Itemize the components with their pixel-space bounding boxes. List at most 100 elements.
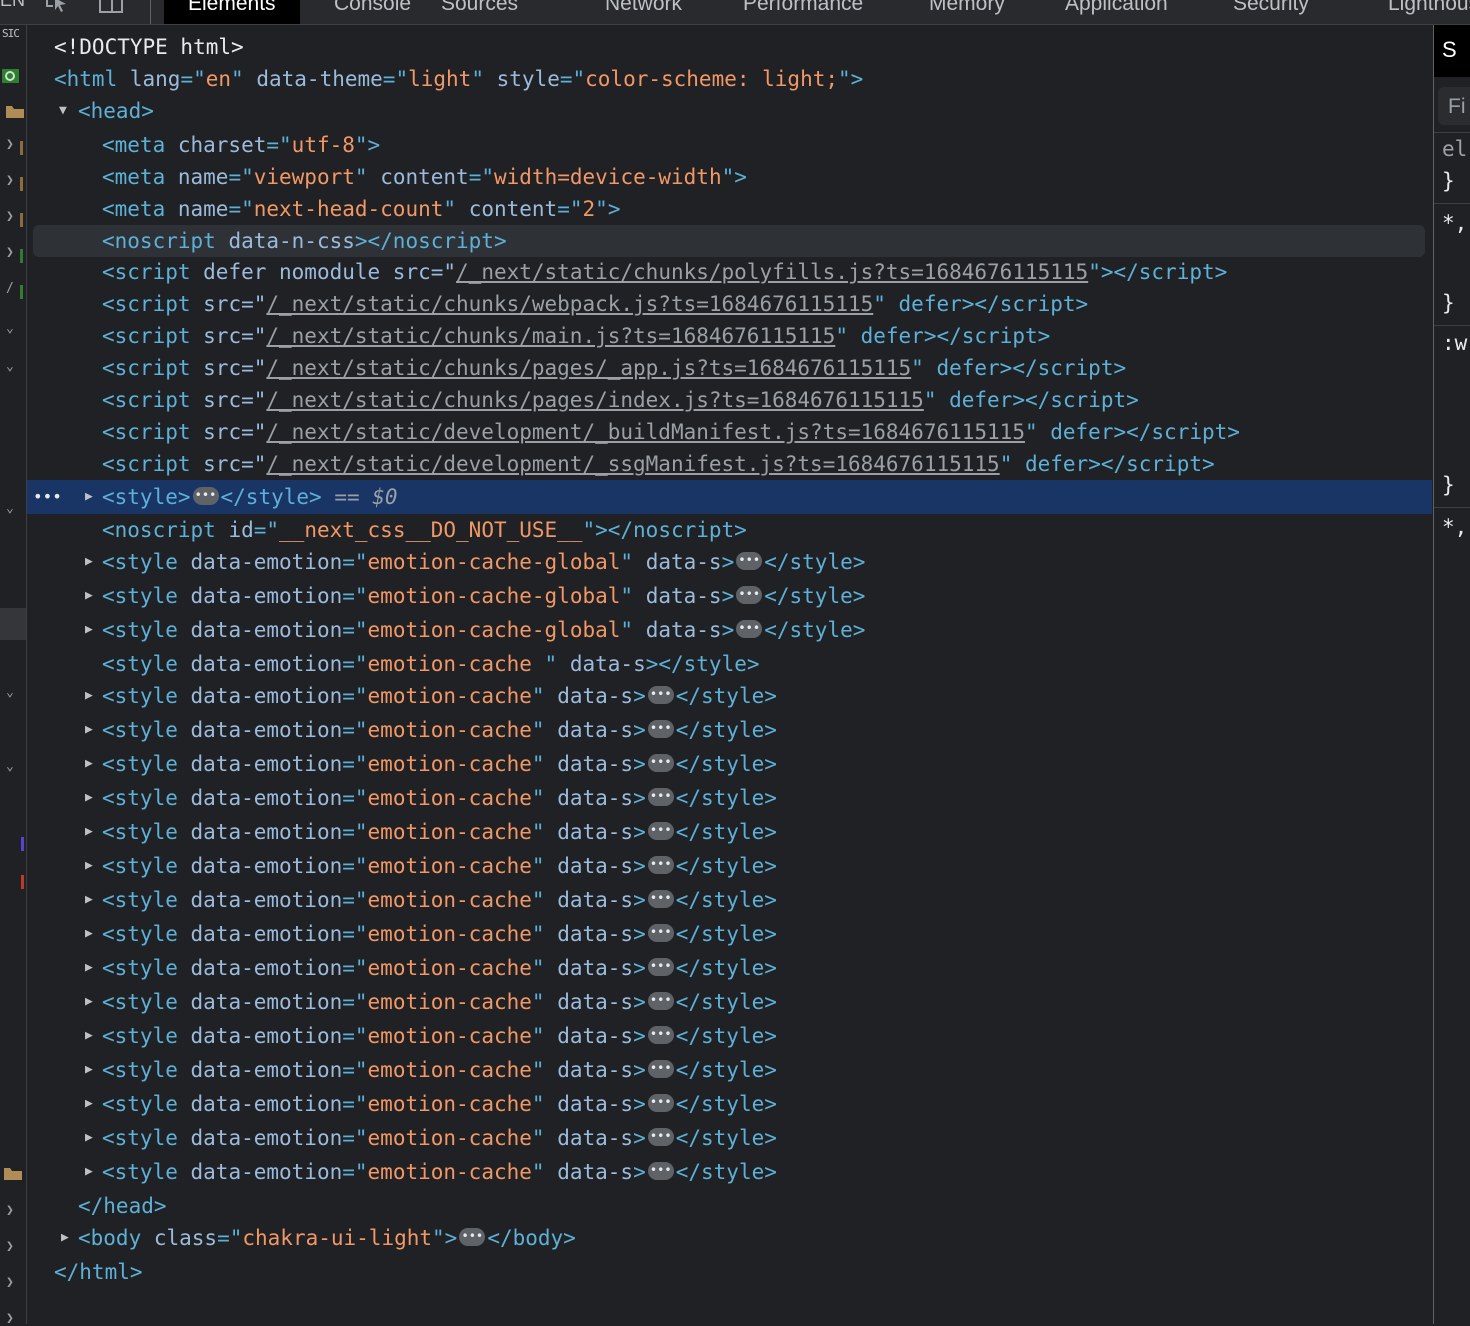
- tree-row-meta[interactable]: <meta charset="utf-8">: [27, 129, 1432, 161]
- tab-performance[interactable]: Performance: [743, 0, 863, 24]
- tree-row-script[interactable]: <script src="/_next/static/chunks/main.j…: [27, 320, 1432, 352]
- tree-row-body[interactable]: ▶ <body class="chakra-ui-light"> ••• </bod…: [27, 1222, 1432, 1254]
- tree-row-script[interactable]: <script defer nomodule src="/_next/stati…: [27, 256, 1432, 288]
- collapsed-content-icon[interactable]: •••: [192, 487, 219, 505]
- tree-row-meta[interactable]: <meta name="next-head-count" content="2"…: [27, 193, 1432, 225]
- collapsed-content-icon[interactable]: •••: [647, 992, 674, 1010]
- expand-triangle-icon[interactable]: ▶: [85, 1088, 93, 1120]
- tab-lighthouse[interactable]: Lighthouse: [1388, 0, 1470, 24]
- collapsed-content-icon[interactable]: •••: [647, 754, 674, 772]
- gutter-chevron-right-icon[interactable]: ❯: [6, 137, 14, 152]
- collapsed-content-icon[interactable]: •••: [459, 1228, 486, 1246]
- gutter-chevron-right-icon[interactable]: /: [6, 281, 14, 296]
- tab-sources[interactable]: Sources: [441, 0, 518, 24]
- tree-row-html[interactable]: <html lang="en" data-theme="light" style…: [27, 63, 1432, 95]
- device-toolbar-icon[interactable]: [98, 0, 124, 14]
- tree-row-noscript[interactable]: <noscript id="__next_css__DO_NOT_USE__">…: [27, 514, 1432, 546]
- expand-triangle-icon[interactable]: ▶: [85, 1156, 93, 1188]
- tree-row-style[interactable]: ▶ <style data-emotion="emotion-cache-glo…: [27, 614, 1432, 646]
- expand-triangle-icon[interactable]: ▶: [85, 850, 93, 882]
- collapsed-content-icon[interactable]: •••: [736, 586, 763, 604]
- expand-triangle-icon[interactable]: ▶: [85, 782, 93, 814]
- tree-row-script[interactable]: <script src="/_next/static/chunks/pages/…: [27, 352, 1432, 384]
- tab-network[interactable]: Network: [605, 0, 682, 24]
- tree-row-style[interactable]: ▶ <style data-emotion="emotion-cache" dat…: [27, 816, 1432, 848]
- expand-triangle-icon[interactable]: ▶: [85, 884, 93, 916]
- gutter-chevron-down-icon[interactable]: ⌄: [6, 321, 14, 336]
- tab-security[interactable]: Security: [1233, 0, 1309, 24]
- gutter-chevron-right-icon[interactable]: ❯: [6, 1275, 14, 1290]
- script-src-link[interactable]: /_next/static/chunks/main.js?ts=16846761…: [266, 324, 835, 348]
- script-src-link[interactable]: /_next/static/chunks/pages/_app.js?ts=16…: [266, 356, 911, 380]
- tree-row-style[interactable]: ▶ <style data-emotion="emotion-cache-glo…: [27, 580, 1432, 612]
- collapsed-content-icon[interactable]: •••: [647, 924, 674, 942]
- gutter-chevron-down-icon[interactable]: ⌄: [6, 759, 14, 774]
- collapsed-content-icon[interactable]: •••: [647, 1128, 674, 1146]
- tree-row-noscript[interactable]: <noscript data-n-css></noscript>: [33, 225, 1425, 257]
- expand-triangle-icon[interactable]: ▶: [85, 816, 93, 848]
- tree-row-script[interactable]: <script src="/_next/static/chunks/pages/…: [27, 384, 1432, 416]
- script-src-link[interactable]: /_next/static/chunks/pages/index.js?ts=1…: [266, 388, 923, 412]
- collapsed-content-icon[interactable]: •••: [647, 958, 674, 976]
- tree-row-style[interactable]: ▶ <style data-emotion="emotion-cache" dat…: [27, 1156, 1432, 1188]
- tree-row-head-close[interactable]: </head>: [27, 1190, 1432, 1222]
- tree-row-style[interactable]: ▶ <style data-emotion="emotion-cache" dat…: [27, 748, 1432, 780]
- expand-triangle-icon[interactable]: ▶: [85, 918, 93, 950]
- tree-row-style[interactable]: ▶ <style data-emotion="emotion-cache-glo…: [27, 546, 1432, 578]
- gutter-chevron-right-icon[interactable]: ❯: [6, 245, 14, 260]
- expand-triangle-icon[interactable]: ▶: [85, 580, 93, 612]
- tree-row-style[interactable]: ▶ <style data-emotion="emotion-cache" dat…: [27, 714, 1432, 746]
- tree-row-style[interactable]: ▶ <style data-emotion="emotion-cache" dat…: [27, 680, 1432, 712]
- expand-triangle-icon[interactable]: ▼: [59, 95, 67, 127]
- script-src-link[interactable]: /_next/static/chunks/polyfills.js?ts=168…: [456, 260, 1088, 284]
- gutter-chevron-right-icon[interactable]: ❯: [6, 173, 14, 188]
- tree-row-style[interactable]: ▶ <style data-emotion="emotion-cache" dat…: [27, 986, 1432, 1018]
- tree-row-doctype[interactable]: <!DOCTYPE html>: [27, 31, 1432, 63]
- gutter-chevron-down-icon[interactable]: ⌄: [6, 501, 14, 516]
- tab-elements[interactable]: Elements: [164, 0, 300, 24]
- tree-row-style[interactable]: ▶ <style data-emotion="emotion-cache" dat…: [27, 918, 1432, 950]
- tab-application[interactable]: Application: [1065, 0, 1168, 24]
- collapsed-content-icon[interactable]: •••: [736, 620, 763, 638]
- collapsed-content-icon[interactable]: •••: [736, 552, 763, 570]
- tree-row-style-selected[interactable]: ••• ▶ <style> ••• </style> == $0: [27, 480, 1432, 514]
- script-src-link[interactable]: /_next/static/chunks/webpack.js?ts=16846…: [266, 292, 873, 316]
- tree-row-script[interactable]: <script src="/_next/static/development/_…: [27, 416, 1432, 448]
- tree-row-style[interactable]: ▶ <style data-emotion="emotion-cache" dat…: [27, 884, 1432, 916]
- tree-row-style[interactable]: ▶ <style data-emotion="emotion-cache" dat…: [27, 782, 1432, 814]
- expand-triangle-icon[interactable]: ▶: [85, 952, 93, 984]
- script-src-link[interactable]: /_next/static/development/_buildManifest…: [266, 420, 1025, 444]
- tab-memory[interactable]: Memory: [929, 0, 1005, 24]
- tree-row-meta[interactable]: <meta name="viewport" content="width=dev…: [27, 161, 1432, 193]
- tree-row-head[interactable]: ▼ <head>: [27, 95, 1432, 127]
- tree-row-script[interactable]: <script src="/_next/static/chunks/webpac…: [27, 288, 1432, 320]
- tree-row-style[interactable]: ▶ <style data-emotion="emotion-cache" dat…: [27, 1122, 1432, 1154]
- tree-row-style[interactable]: ▶ <style data-emotion="emotion-cache" dat…: [27, 1088, 1432, 1120]
- tree-row-style[interactable]: ▶ <style data-emotion="emotion-cache" dat…: [27, 1054, 1432, 1086]
- expand-triangle-icon[interactable]: ▶: [85, 714, 93, 746]
- gutter-chevron-right-icon[interactable]: ❯: [6, 1203, 14, 1218]
- expand-triangle-icon[interactable]: ▶: [85, 1122, 93, 1154]
- expand-triangle-icon[interactable]: ▶: [85, 680, 93, 712]
- tree-row-script[interactable]: <script src="/_next/static/development/_…: [27, 448, 1432, 480]
- inspect-element-icon[interactable]: [44, 0, 70, 14]
- gutter-chevron-right-icon[interactable]: ❯: [6, 1239, 14, 1254]
- collapsed-content-icon[interactable]: •••: [647, 1162, 674, 1180]
- collapsed-content-icon[interactable]: •••: [647, 1094, 674, 1112]
- expand-triangle-icon[interactable]: ▶: [85, 748, 93, 780]
- expand-triangle-icon[interactable]: ▶: [85, 614, 93, 646]
- gutter-chevron-right-icon[interactable]: ❯: [6, 209, 14, 224]
- expand-triangle-icon[interactable]: ▶: [85, 1020, 93, 1052]
- expand-triangle-icon[interactable]: ▶: [85, 546, 93, 578]
- gutter-chevron-down-icon[interactable]: ⌄: [6, 685, 14, 700]
- expand-triangle-icon[interactable]: ▶: [85, 986, 93, 1018]
- collapsed-content-icon[interactable]: •••: [647, 1060, 674, 1078]
- tree-row-style[interactable]: ▶ <style data-emotion="emotion-cache" dat…: [27, 850, 1432, 882]
- gutter-chevron-icon[interactable]: ⌄: [6, 359, 14, 374]
- tree-row-style[interactable]: ▶ <style data-emotion="emotion-cache" dat…: [27, 952, 1432, 984]
- collapsed-content-icon[interactable]: •••: [647, 890, 674, 908]
- collapsed-content-icon[interactable]: •••: [647, 1026, 674, 1044]
- tab-console[interactable]: Console: [334, 0, 411, 24]
- collapsed-content-icon[interactable]: •••: [647, 856, 674, 874]
- styles-tab-label[interactable]: S: [1442, 37, 1457, 63]
